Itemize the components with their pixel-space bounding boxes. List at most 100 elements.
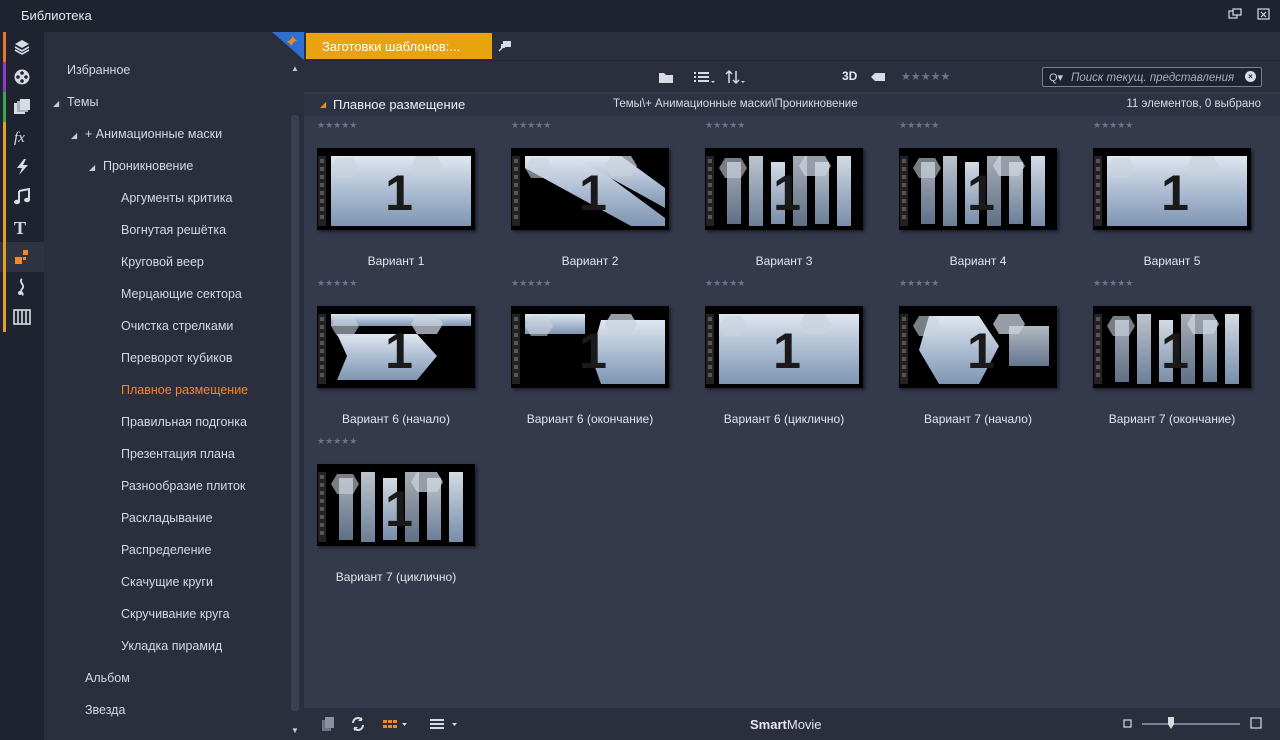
tree-item[interactable]: Мерцающие сектора [121,287,242,307]
rating-stars[interactable]: ★★★★★ [317,120,357,131]
grid-view-icon[interactable] [382,716,410,732]
tree-item[interactable]: Распределение [121,543,211,563]
category-photos[interactable] [0,92,44,122]
collapse-arrow-icon[interactable]: ◢ [320,100,326,109]
scroll-thumb[interactable] [291,115,299,711]
sort-icon[interactable] [725,69,747,85]
tag-icon[interactable] [870,69,886,85]
thumbnail-preview[interactable]: 1 [1093,148,1251,230]
rating-filter[interactable]: ★★★★★ [901,70,950,86]
zoom-slider-knob[interactable] [1168,717,1174,729]
tree-item[interactable]: Укладка пирамид [121,639,222,659]
close-window-icon[interactable] [1257,8,1271,20]
rating-stars[interactable]: ★★★★★ [1093,120,1133,131]
category-stripe [3,272,6,302]
category-project-bin[interactable] [0,32,44,62]
tree-item[interactable]: Плавное размещение [121,383,248,403]
thumbnail-preview[interactable]: 1 [705,148,863,230]
sync-icon[interactable] [350,716,366,732]
tab-templates[interactable]: Заготовки шаблонов:... [306,33,492,59]
tree-album[interactable]: Альбом [85,671,130,691]
tree-item[interactable]: Скручивание круга [121,607,230,627]
tree-animated-masks[interactable]: ◢ + Анимационные маски [71,127,222,147]
category-music-note[interactable] [0,182,44,212]
template-thumbnail[interactable]: ★★★★★ 1 Вариант 6 (окончание) [498,274,692,432]
scroll-down-icon[interactable]: ▼ [290,726,300,735]
thumbnail-preview[interactable]: 1 [317,148,475,230]
smartmovie-button[interactable]: SmartMovie [750,717,822,732]
tree-item[interactable]: Переворот кубиков [121,351,232,371]
expand-arrow-icon[interactable]: ◢ [71,131,81,140]
expand-arrow-icon[interactable]: ◢ [89,163,99,172]
template-thumbnail[interactable]: ★★★★★ 1 Вариант 6 (циклично) [692,274,886,432]
template-thumbnail[interactable]: ★★★★★ 1 Вариант 5 [1080,116,1274,274]
scroll-up-icon[interactable]: ▲ [290,64,300,73]
tree-star[interactable]: Звезда [85,703,125,723]
browser-toolbar: 3D ★★★★★ Q▾ × [304,60,1280,92]
undock-icon[interactable] [1228,8,1242,20]
list-view-icon[interactable] [428,716,460,732]
rating-stars[interactable]: ★★★★★ [1093,278,1133,289]
tree-item[interactable]: Круговой веер [121,255,204,275]
view-list-menu-icon[interactable] [694,69,716,85]
expand-arrow-icon[interactable]: ◢ [53,99,63,108]
template-thumbnail[interactable]: ★★★★★ 1 Вариант 7 (циклично) [304,432,498,590]
rating-stars[interactable]: ★★★★★ [899,278,939,289]
rating-stars[interactable]: ★★★★★ [511,120,551,131]
copy-pages-icon[interactable] [320,716,336,732]
thumbnail-preview[interactable]: 1 [511,306,669,388]
add-tab-pin-icon[interactable] [498,38,512,52]
category-titles-text[interactable]: T [0,212,44,242]
thumbnail-preview[interactable]: 1 [705,306,863,388]
filter-3d-button[interactable]: 3D [842,69,857,83]
template-thumbnail[interactable]: ★★★★★ 1 Вариант 1 [304,116,498,274]
template-thumbnail[interactable]: ★★★★★ 1 Вариант 7 (начало) [886,274,1080,432]
category-keyboard[interactable] [0,302,44,332]
thumbnail-preview[interactable]: 1 [1093,306,1251,388]
pin-panel-icon[interactable] [272,32,304,60]
category-transitions[interactable] [0,152,44,182]
rating-stars[interactable]: ★★★★★ [705,120,745,131]
clear-search-icon[interactable]: × [1245,71,1256,82]
tree-item[interactable]: Аргументы критика [121,191,232,211]
category-sound-effects[interactable] [0,272,44,302]
tree-item[interactable]: Очистка стрелками [121,319,233,339]
tree-item[interactable]: Вогнутая решётка [121,223,226,243]
thumbnail-preview[interactable]: 1 [317,464,475,546]
tree-item[interactable]: Скачущие круги [121,575,213,595]
thumbnail-preview[interactable]: 1 [899,306,1057,388]
search-icon[interactable]: Q▾ [1049,71,1063,84]
thumbnail-preview[interactable]: 1 [511,148,669,230]
thumbnail-caption: Вариант 2 [561,254,619,268]
thumbnail-preview[interactable]: 1 [317,306,475,388]
tree-item[interactable]: Презентация плана [121,447,235,467]
category-film-reel[interactable] [0,62,44,92]
tree-favorites[interactable]: Избранное [67,63,130,83]
zoom-slider[interactable] [1142,717,1240,729]
category-effects-fx[interactable]: fx [0,122,44,152]
category-montage-templates[interactable] [0,242,44,272]
template-thumbnail[interactable]: ★★★★★ 1 Вариант 3 [692,116,886,274]
tree-item[interactable]: Разнообразие плиток [121,479,245,499]
thumbnail-preview[interactable]: 1 [899,148,1057,230]
category-stripe [3,92,6,122]
template-thumbnail[interactable]: ★★★★★ 1 Вариант 4 [886,116,1080,274]
zoom-large-icon[interactable] [1250,717,1262,733]
tree-themes[interactable]: ◢ Темы [53,95,98,115]
template-thumbnail[interactable]: ★★★★★ 1 Вариант 6 (начало) [304,274,498,432]
rating-stars[interactable]: ★★★★★ [705,278,745,289]
tree-penetration[interactable]: ◢ Проникновение [89,159,193,179]
template-thumbnail[interactable]: ★★★★★ 1 Вариант 2 [498,116,692,274]
thumbnail-caption: Вариант 6 (окончание) [526,412,654,426]
tree-item[interactable]: Раскладывание [121,511,213,531]
rating-stars[interactable]: ★★★★★ [317,278,357,289]
rating-stars[interactable]: ★★★★★ [511,278,551,289]
zoom-small-icon[interactable] [1123,718,1133,734]
tree-scrollbar[interactable]: ▲ ▼ [289,60,301,740]
rating-stars[interactable]: ★★★★★ [317,436,357,447]
search-input[interactable] [1071,70,1239,85]
rating-stars[interactable]: ★★★★★ [899,120,939,131]
folder-icon[interactable] [658,69,675,85]
tree-item[interactable]: Правильная подгонка [121,415,247,435]
template-thumbnail[interactable]: ★★★★★ 1 Вариант 7 (окончание) [1080,274,1274,432]
